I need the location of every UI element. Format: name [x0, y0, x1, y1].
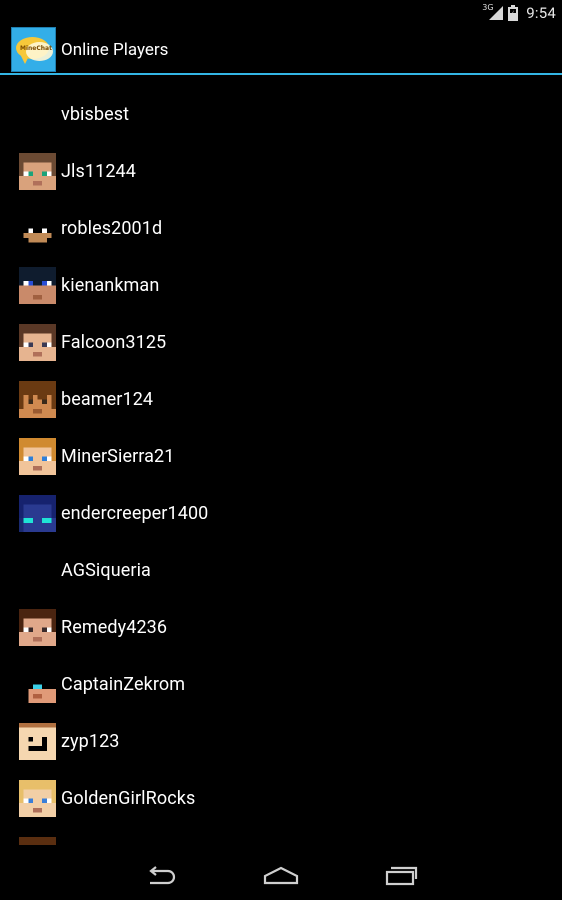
status-bar: 3G 9:54 — [0, 0, 562, 25]
player-name: Jls11244 — [61, 161, 136, 182]
player-row[interactable]: beamer124 — [0, 371, 562, 428]
player-row[interactable]: Remedy4236 — [0, 599, 562, 656]
recent-apps-icon — [385, 866, 418, 886]
player-avatar-icon — [19, 267, 56, 304]
player-row[interactable]: GoldenGirlRocks — [0, 770, 562, 827]
online-players-list[interactable]: vbisbest Jls11244 robles2001d kienankman Fal… — [0, 75, 562, 845]
player-row[interactable]: CaptainZekrom — [0, 656, 562, 713]
player-row[interactable]: robles2001d — [0, 200, 562, 257]
player-avatar-icon — [19, 837, 56, 845]
player-avatar-icon — [19, 495, 56, 532]
battery-icon — [508, 4, 519, 21]
recent-apps-button[interactable] — [361, 852, 441, 900]
home-button[interactable] — [241, 852, 321, 900]
player-row[interactable]: MinerSierra21 — [0, 428, 562, 485]
player-avatar-icon — [19, 381, 56, 418]
home-icon — [263, 866, 299, 885]
player-avatar-icon — [19, 609, 56, 646]
player-name: beamer124 — [61, 389, 154, 410]
player-row[interactable]: endercreeper1400 — [0, 485, 562, 542]
minechat-app-icon[interactable]: MineChat — [11, 27, 56, 72]
app-root: 3G 9:54 MineChat Online Players vbisbest… — [0, 0, 562, 900]
player-name: vbisbest — [61, 104, 130, 125]
player-avatar-icon — [19, 723, 56, 760]
player-name: AGSiqueria — [61, 560, 151, 581]
player-name: CaptainZekrom — [61, 674, 186, 695]
player-row[interactable] — [0, 827, 562, 845]
action-bar: MineChat Online Players — [0, 25, 562, 73]
player-avatar-icon — [19, 210, 56, 247]
player-row[interactable]: zyp123 — [0, 713, 562, 770]
signal-icon: 3G — [482, 3, 504, 21]
player-avatar-icon — [19, 153, 56, 190]
player-avatar-icon — [19, 438, 56, 475]
player-row[interactable]: AGSiqueria — [0, 542, 562, 599]
player-row[interactable]: Jls11244 — [0, 143, 562, 200]
status-indicators: 3G 9:54 — [482, 0, 556, 25]
player-row[interactable]: Falcoon3125 — [0, 314, 562, 371]
player-avatar-icon — [19, 666, 56, 703]
status-clock: 9:54 — [526, 3, 556, 22]
player-row[interactable]: kienankman — [0, 257, 562, 314]
app-icon-text: MineChat — [20, 45, 52, 52]
page-title: Online Players — [61, 40, 169, 60]
back-button[interactable] — [121, 852, 201, 900]
player-name: GoldenGirlRocks — [61, 788, 196, 809]
player-avatar-icon — [19, 780, 56, 817]
player-name: robles2001d — [61, 218, 163, 239]
player-name: kienankman — [61, 275, 160, 296]
player-avatar-icon — [19, 324, 56, 361]
player-row[interactable]: vbisbest — [0, 86, 562, 143]
player-name: zyp123 — [61, 731, 120, 752]
back-arrow-icon — [149, 866, 176, 885]
player-name: Remedy4236 — [61, 617, 168, 638]
player-name: Falcoon3125 — [61, 332, 167, 353]
navigation-bar — [0, 852, 562, 900]
player-name: endercreeper1400 — [61, 503, 209, 524]
player-name: MinerSierra21 — [61, 446, 175, 467]
